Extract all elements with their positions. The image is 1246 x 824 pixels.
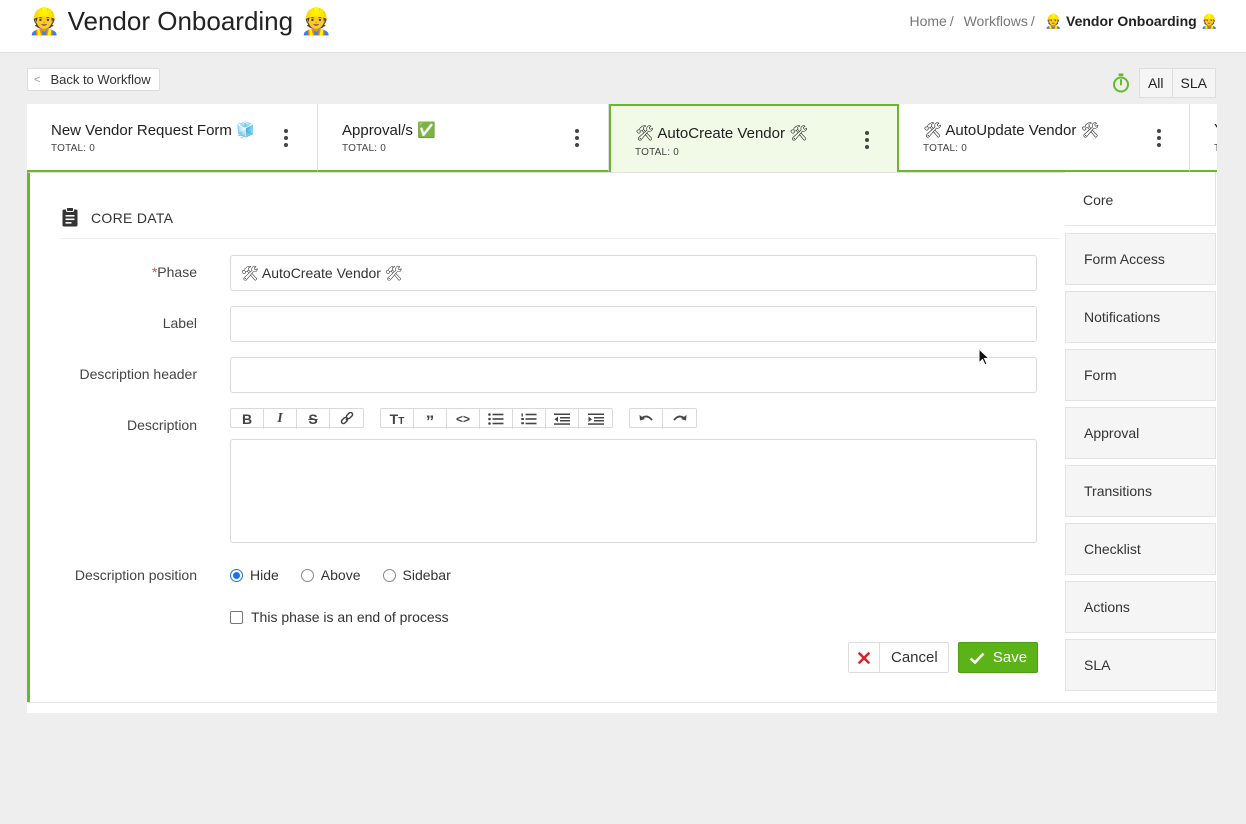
undo-icon[interactable]	[630, 409, 663, 429]
description-header-label: Description header	[79, 366, 197, 382]
phase-tab-title: 🛠 AutoCreate Vendor 🛠	[635, 125, 809, 142]
end-of-process-checkbox-row[interactable]: This phase is an end of process	[230, 609, 449, 625]
radio-hide[interactable]: Hide	[230, 567, 279, 583]
redo-icon[interactable]	[663, 409, 696, 429]
breadcrumb-separator: /	[949, 13, 954, 29]
kebab-menu-icon[interactable]	[281, 129, 291, 147]
save-label: Save	[992, 649, 1028, 666]
phase-tab-new-vendor-request[interactable]: New Vendor Request Form 🧊 TOTAL: 0	[27, 104, 318, 172]
settings-side-menu: Core Form Access Notifications Form Appr…	[1065, 172, 1217, 702]
phase-tab-title: Y	[1214, 121, 1217, 138]
description-header-input[interactable]	[230, 357, 1037, 393]
kebab-menu-icon[interactable]	[572, 129, 582, 147]
phase-tab-title: Approval/s ✅	[342, 122, 436, 139]
side-item-actions[interactable]: Actions	[1065, 581, 1216, 633]
end-of-process-checkbox[interactable]	[230, 610, 243, 624]
phase-tab-total: TOTAL: 0	[635, 147, 680, 158]
stopwatch-icon[interactable]	[1107, 68, 1135, 98]
back-to-workflow-button[interactable]: < Back to Workflow	[27, 68, 160, 91]
strikethrough-icon[interactable]: S	[297, 409, 330, 429]
phase-tab-total: TOTAL: 0	[342, 143, 387, 154]
section-title: CORE DATA	[91, 210, 174, 226]
save-button[interactable]: Save	[958, 642, 1038, 673]
radio-above[interactable]: Above	[300, 567, 361, 583]
view-segment-control: All SLA	[1138, 68, 1216, 98]
phase-input[interactable]	[230, 255, 1037, 291]
cancel-button[interactable]: Cancel	[848, 642, 949, 673]
radio-circle[interactable]	[300, 568, 314, 582]
phase-tab-total: TOTAL: 0	[51, 143, 96, 154]
phase-tab-next[interactable]: Y T	[1190, 104, 1217, 172]
phase-tab-total: T	[1214, 143, 1217, 154]
breadcrumb-separator: /	[1030, 13, 1035, 29]
breadcrumb-home[interactable]: Home	[909, 13, 946, 29]
close-icon	[849, 643, 880, 672]
breadcrumb-current: 👷 Vendor Onboarding 👷	[1044, 13, 1218, 29]
back-to-workflow-label: Back to Workflow	[50, 72, 151, 87]
side-item-approval[interactable]: Approval	[1065, 407, 1216, 459]
radio-sidebar[interactable]: Sidebar	[382, 567, 451, 583]
phase-tab-approvals[interactable]: Approval/s ✅ TOTAL: 0	[318, 104, 609, 172]
description-editor[interactable]	[230, 439, 1037, 543]
link-icon[interactable]	[330, 409, 363, 429]
phase-tab-autoupdate-vendor[interactable]: 🛠 AutoUpdate Vendor 🛠 TOTAL: 0	[899, 104, 1190, 172]
breadcrumb-workflows[interactable]: Workflows	[964, 13, 1028, 29]
italic-icon[interactable]: I	[264, 409, 297, 429]
side-item-sla[interactable]: SLA	[1065, 639, 1216, 691]
side-item-notifications[interactable]: Notifications	[1065, 291, 1216, 343]
description-position-radios: Hide Above Sidebar	[230, 567, 473, 583]
check-icon	[969, 652, 985, 664]
quote-icon[interactable]: ”	[414, 409, 447, 430]
breadcrumb: Home / Workflows / 👷 Vendor Onboarding 👷	[909, 13, 1218, 30]
outdent-icon[interactable]	[546, 409, 579, 429]
page-title: 👷 Vendor Onboarding 👷	[28, 6, 333, 36]
panel-footer	[27, 702, 1217, 713]
radio-circle[interactable]	[382, 568, 396, 582]
mouse-cursor-icon	[978, 348, 990, 366]
radio-circle[interactable]	[230, 568, 243, 582]
code-icon[interactable]: <>	[447, 409, 480, 429]
bullet-list-icon[interactable]	[480, 409, 513, 429]
bold-icon[interactable]: B	[231, 409, 264, 429]
phase-label: *Phase	[151, 264, 197, 280]
side-item-core[interactable]: Core	[1065, 172, 1216, 226]
page-header: 👷 Vendor Onboarding 👷 Home / Workflows / 👷…	[0, 0, 1246, 53]
side-item-checklist[interactable]: Checklist	[1065, 523, 1216, 575]
side-item-transitions[interactable]: Transitions	[1065, 465, 1216, 517]
label-input[interactable]	[230, 306, 1037, 342]
phase-tab-title: 🛠 AutoUpdate Vendor 🛠	[923, 122, 1100, 139]
kebab-menu-icon[interactable]	[862, 131, 872, 149]
segment-sla[interactable]: SLA	[1171, 69, 1215, 97]
section-header: CORE DATA	[60, 203, 1060, 239]
phase-tab-title: New Vendor Request Form 🧊	[51, 122, 255, 139]
format-group: B I S	[230, 408, 364, 429]
side-item-form[interactable]: Form	[1065, 349, 1216, 401]
block-group: TT ” <>	[380, 408, 613, 430]
phase-tabs: New Vendor Request Form 🧊 TOTAL: 0 Appro…	[27, 104, 1217, 172]
history-group	[629, 408, 697, 429]
label-label: Label	[162, 315, 197, 331]
end-of-process-label: This phase is an end of process	[251, 609, 449, 625]
editor-toolbar: B I S TT ” <>	[230, 408, 713, 430]
kebab-menu-icon[interactable]	[1154, 129, 1164, 147]
cancel-label: Cancel	[891, 649, 938, 666]
view-toolbar: All SLA	[1107, 68, 1216, 98]
phase-tab-autocreate-vendor[interactable]: 🛠 AutoCreate Vendor 🛠 TOTAL: 0	[609, 104, 899, 172]
heading-icon[interactable]: TT	[381, 409, 414, 429]
chevron-left-icon: <	[34, 73, 41, 86]
description-label: Description	[126, 417, 197, 433]
core-data-panel: CORE DATA *Phase Label Description heade…	[27, 172, 1065, 702]
phase-tab-total: TOTAL: 0	[923, 143, 968, 154]
clipboard-icon	[62, 207, 78, 232]
numbered-list-icon[interactable]	[513, 409, 546, 429]
side-item-form-access[interactable]: Form Access	[1065, 233, 1216, 285]
segment-all[interactable]: All	[1140, 69, 1172, 97]
indent-icon[interactable]	[579, 409, 612, 429]
description-position-label: Description position	[74, 567, 197, 583]
